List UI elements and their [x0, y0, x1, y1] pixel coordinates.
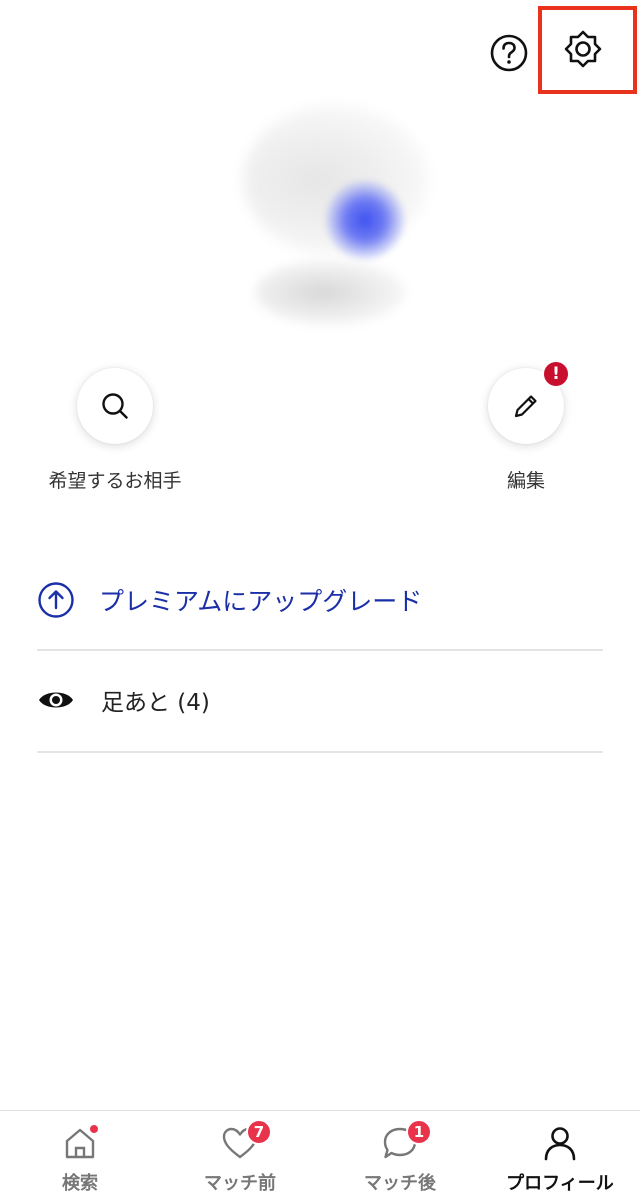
person-icon — [544, 1127, 576, 1161]
tab-search[interactable]: 検索 — [0, 1111, 160, 1204]
tab-label: マッチ前 — [204, 1173, 276, 1194]
tab-profile[interactable]: プロフィール — [480, 1111, 640, 1204]
upgrade-premium-label: プレミアムにアップグレード — [99, 587, 423, 616]
tab-label: マッチ後 — [364, 1173, 436, 1194]
arrow-up-circle-icon — [38, 582, 74, 618]
gear-icon — [564, 30, 602, 68]
tab-after-match[interactable]: 1 マッチ後 — [320, 1111, 480, 1204]
divider — [37, 751, 603, 753]
notification-dot — [88, 1123, 100, 1135]
divider — [37, 649, 603, 651]
preferred-partner-label: 希望するお相手 — [48, 470, 182, 492]
edit-profile-action[interactable]: ! 編集 — [474, 360, 578, 493]
edit-profile-label: 編集 — [506, 470, 545, 492]
search-icon — [102, 393, 128, 419]
upgrade-premium-row[interactable]: プレミアムにアップグレード — [37, 572, 603, 628]
edit-alert-badge: ! — [542, 360, 570, 388]
tab-label: 検索 — [62, 1173, 98, 1194]
eye-icon — [39, 692, 73, 708]
profile-avatar[interactable] — [225, 95, 440, 340]
settings-button[interactable] — [560, 26, 606, 72]
question-circle-icon — [490, 34, 528, 72]
footprints-row[interactable]: 足あと (4) — [37, 675, 603, 725]
preferred-partner-action[interactable]: 希望するお相手 — [40, 368, 190, 493]
tab-label: プロフィール — [506, 1173, 614, 1194]
before-match-count-badge: 7 — [246, 1119, 272, 1145]
after-match-count-badge: 1 — [406, 1119, 432, 1145]
bottom-tab-bar: 検索 7 マッチ前 1 マッチ後 プロフィール — [0, 1110, 640, 1204]
edit-profile-button[interactable]: ! — [488, 360, 570, 444]
tab-before-match[interactable]: 7 マッチ前 — [160, 1111, 320, 1204]
help-button[interactable] — [486, 30, 532, 76]
preferred-partner-button[interactable] — [77, 368, 153, 444]
pencil-icon — [514, 395, 537, 418]
footprints-label: 足あと (4) — [101, 690, 210, 716]
